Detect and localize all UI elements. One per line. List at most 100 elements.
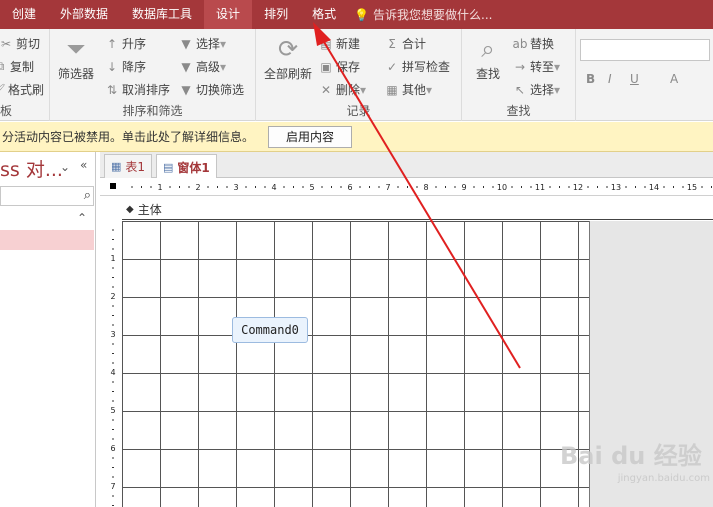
enable-content-button[interactable]: 启用内容 bbox=[268, 126, 352, 148]
ruler-tick bbox=[264, 186, 266, 188]
delete-record-button[interactable]: ✕ 删除 ▾ bbox=[318, 81, 366, 98]
ruler-tick bbox=[369, 186, 370, 188]
goto-button[interactable]: → 转至 ▾ bbox=[512, 58, 560, 75]
ruler-tick bbox=[112, 419, 114, 421]
copy-button[interactable]: ⧉ 复制 bbox=[0, 58, 34, 75]
selection-filter-button[interactable]: ▼ 选择 ▾ bbox=[178, 35, 226, 52]
form-icon: ▤ bbox=[163, 160, 174, 174]
nav-collapse-icon[interactable]: « bbox=[80, 158, 87, 172]
replace-button[interactable]: ab 替换 bbox=[512, 35, 555, 52]
nav-menu-chevron-icon[interactable]: ⌄ bbox=[60, 160, 70, 174]
tell-me-box[interactable]: 💡 告诉我您想要做什么... bbox=[348, 6, 492, 23]
new-record-button[interactable]: ▤ 新建 bbox=[318, 35, 360, 52]
magnifier-icon: ⌕ bbox=[481, 35, 495, 63]
ruler-tick bbox=[511, 186, 513, 188]
ruler-tick bbox=[112, 476, 114, 478]
save-record-button[interactable]: ▣ 保存 bbox=[318, 58, 360, 75]
ruler-tick bbox=[454, 186, 456, 188]
nav-search-input[interactable]: ⌕ bbox=[0, 186, 94, 206]
doc-tab-form1[interactable]: ▤ 窗体1 bbox=[156, 154, 217, 179]
ruler-tick bbox=[207, 186, 209, 188]
underline-button[interactable]: U bbox=[630, 72, 639, 86]
tab-arrange[interactable]: 排列 bbox=[252, 0, 300, 29]
ruler-tick bbox=[112, 353, 114, 354]
ruler-tick bbox=[150, 186, 152, 188]
find-button[interactable]: ⌕ 查找 bbox=[468, 33, 508, 82]
ruler-tick bbox=[625, 186, 627, 188]
chevron-down-icon: ▾ bbox=[554, 82, 561, 97]
ruler-number: 2 bbox=[195, 183, 200, 192]
spelling-button[interactable]: ✓ 拼写检查 bbox=[384, 58, 450, 75]
ruler-tick bbox=[112, 286, 114, 288]
ruler-tick bbox=[112, 400, 114, 402]
cut-button[interactable]: ✂ 剪切 bbox=[0, 35, 40, 52]
ruler-tick bbox=[255, 186, 256, 188]
ruler-tick bbox=[112, 343, 114, 345]
refresh-icon: ⟳ bbox=[277, 35, 299, 63]
clear-sort-button[interactable]: ⇅ 取消排序 bbox=[104, 81, 170, 98]
nav-selected-item[interactable] bbox=[0, 230, 94, 250]
font-color-button[interactable]: A bbox=[670, 72, 678, 86]
toggle-filter-button[interactable]: ▼ 切换筛选 bbox=[178, 81, 244, 98]
sort-descending-button[interactable]: ↓ 降序 bbox=[104, 58, 146, 75]
totals-button[interactable]: Σ 合计 bbox=[384, 35, 426, 52]
ruler-tick bbox=[112, 324, 114, 326]
sort-ascending-button[interactable]: ↑ 升序 bbox=[104, 35, 146, 52]
chevron-down-icon: ▾ bbox=[426, 82, 433, 97]
ruler-tick bbox=[112, 305, 114, 307]
ruler-number: 8 bbox=[423, 183, 428, 192]
tab-database-tools[interactable]: 数据库工具 bbox=[120, 0, 204, 29]
ruler-number: 3 bbox=[233, 183, 238, 192]
sigma-icon: Σ bbox=[388, 36, 396, 51]
search-icon: ⌕ bbox=[83, 188, 91, 203]
format-painter-button[interactable]: 🖌 格式刷 bbox=[0, 81, 44, 98]
tab-create[interactable]: 创建 bbox=[0, 0, 48, 29]
filter-selection-icon: ▼ bbox=[181, 36, 191, 51]
command-button-control[interactable]: Command0 bbox=[232, 317, 308, 343]
advanced-filter-button[interactable]: ▼ 高级 ▾ bbox=[178, 58, 226, 75]
lightbulb-icon: 💡 bbox=[354, 7, 370, 22]
group-collapse-icon[interactable]: ⌃ bbox=[77, 211, 87, 225]
ruler-tick bbox=[245, 186, 247, 188]
chevron-down-icon: ▾ bbox=[220, 59, 227, 74]
filter-button[interactable]: ⏷ 筛选器 bbox=[56, 33, 96, 82]
detail-section-header[interactable]: ◆ 主体 bbox=[122, 200, 713, 220]
tab-external-data[interactable]: 外部数据 bbox=[48, 0, 120, 29]
ruler-tick bbox=[321, 186, 323, 188]
group-label-clipboard: 板 bbox=[0, 104, 13, 118]
security-warning-bar: 分活动内容已被禁用。单击此处了解详细信息。 启用内容 bbox=[0, 122, 713, 152]
ruler-tick bbox=[644, 186, 646, 188]
ruler-tick bbox=[112, 429, 114, 430]
ruler-tick bbox=[568, 186, 570, 188]
italic-button[interactable]: I bbox=[608, 72, 612, 86]
ruler-tick bbox=[141, 186, 142, 188]
ruler-tick bbox=[483, 186, 484, 188]
security-message[interactable]: 分活动内容已被禁用。单击此处了解详细信息。 bbox=[0, 128, 254, 145]
bold-button[interactable]: B bbox=[586, 72, 595, 86]
doc-tab-table1[interactable]: ▦ 表1 bbox=[104, 154, 153, 178]
ruler-number: 7 bbox=[110, 482, 115, 491]
more-button[interactable]: ▦ 其他 ▾ bbox=[384, 81, 432, 98]
ruler-tick bbox=[340, 186, 342, 188]
select-button[interactable]: ↖ 选择 ▾ bbox=[512, 81, 560, 98]
ruler-tick bbox=[112, 277, 114, 278]
group-label-sort-filter: 排序和筛选 bbox=[122, 104, 183, 118]
ruler-number: 4 bbox=[271, 183, 276, 192]
refresh-all-button[interactable]: ⟳ 全部刷新 bbox=[260, 33, 316, 82]
ruler-tick bbox=[112, 505, 114, 506]
horizontal-ruler: 1 2 3 4 5 6 7 8 9 10 11 12 13 14 15 bbox=[100, 178, 713, 196]
ruler-tick bbox=[711, 186, 712, 188]
tab-design[interactable]: 设计 bbox=[204, 0, 253, 29]
tab-format[interactable]: 格式 bbox=[300, 0, 348, 29]
design-grid[interactable]: Command0 bbox=[122, 221, 590, 507]
group-sort-filter: ⏷ 筛选器 ↑ 升序 ↓ 降序 ⇅ 取消排序 ▼ 选择 ▾ ▼ 高级 ▾ ▼ 切… bbox=[50, 29, 256, 121]
ruler-tick bbox=[112, 362, 114, 364]
ruler-tick bbox=[293, 186, 294, 188]
ruler-number: 7 bbox=[385, 183, 390, 192]
ruler-number: 9 bbox=[461, 183, 466, 192]
group-clipboard: ✂ 剪切 ⧉ 复制 🖌 格式刷 板 bbox=[0, 29, 50, 121]
more-icon: ▦ bbox=[386, 82, 398, 97]
nav-pane-title[interactable]: ss 对... bbox=[0, 155, 63, 182]
ruler-number: 13 bbox=[611, 183, 621, 192]
font-name-dropdown[interactable] bbox=[580, 39, 710, 61]
